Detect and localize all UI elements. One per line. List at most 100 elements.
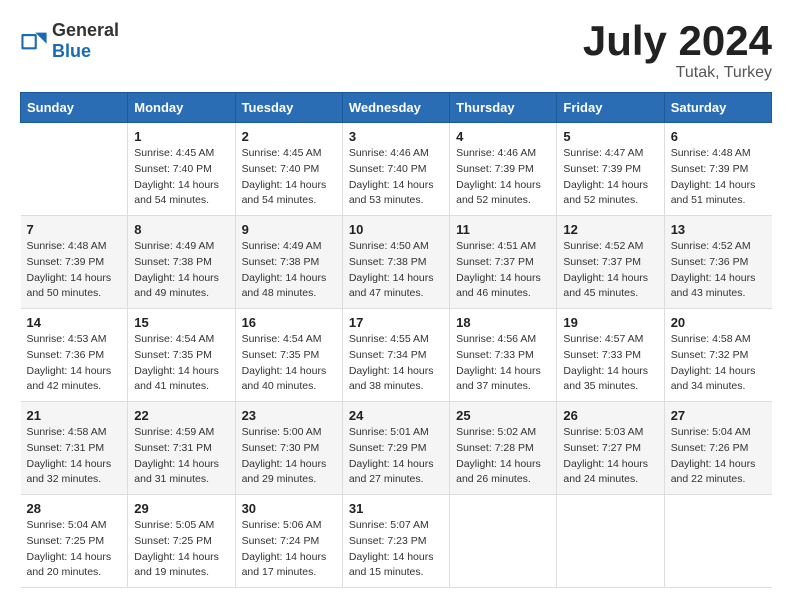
day-number: 10	[349, 222, 443, 237]
day-info: Sunrise: 4:54 AM Sunset: 7:35 PM Dayligh…	[242, 332, 336, 395]
table-row: 6 Sunrise: 4:48 AM Sunset: 7:39 PM Daylig…	[664, 123, 771, 216]
day-info: Sunrise: 4:49 AM Sunset: 7:38 PM Dayligh…	[134, 239, 228, 302]
day-info: Sunrise: 5:04 AM Sunset: 7:25 PM Dayligh…	[27, 518, 122, 581]
col-saturday: Saturday	[664, 93, 771, 123]
table-row: 3 Sunrise: 4:46 AM Sunset: 7:40 PM Daylig…	[342, 123, 449, 216]
table-row: 18 Sunrise: 4:56 AM Sunset: 7:33 PM Dayli…	[450, 309, 557, 402]
table-row: 10 Sunrise: 4:50 AM Sunset: 7:38 PM Dayli…	[342, 216, 449, 309]
day-info: Sunrise: 4:59 AM Sunset: 7:31 PM Dayligh…	[134, 425, 228, 488]
table-row	[21, 123, 128, 216]
calendar-row: 1 Sunrise: 4:45 AM Sunset: 7:40 PM Daylig…	[21, 123, 772, 216]
day-number: 11	[456, 222, 550, 237]
table-row: 17 Sunrise: 4:55 AM Sunset: 7:34 PM Dayli…	[342, 309, 449, 402]
table-row: 22 Sunrise: 4:59 AM Sunset: 7:31 PM Dayli…	[128, 402, 235, 495]
table-row: 23 Sunrise: 5:00 AM Sunset: 7:30 PM Dayli…	[235, 402, 342, 495]
table-row: 28 Sunrise: 5:04 AM Sunset: 7:25 PM Dayli…	[21, 495, 128, 588]
day-info: Sunrise: 4:51 AM Sunset: 7:37 PM Dayligh…	[456, 239, 550, 302]
day-info: Sunrise: 4:58 AM Sunset: 7:32 PM Dayligh…	[671, 332, 766, 395]
table-row: 4 Sunrise: 4:46 AM Sunset: 7:39 PM Daylig…	[450, 123, 557, 216]
calendar-row: 7 Sunrise: 4:48 AM Sunset: 7:39 PM Daylig…	[21, 216, 772, 309]
logo-blue: Blue	[52, 41, 91, 61]
day-info: Sunrise: 4:56 AM Sunset: 7:33 PM Dayligh…	[456, 332, 550, 395]
day-number: 22	[134, 408, 228, 423]
table-row: 5Sunrise: 4:47 AM Sunset: 7:39 PM Daylig…	[557, 123, 664, 216]
table-row: 9Sunrise: 4:49 AM Sunset: 7:38 PM Daylig…	[235, 216, 342, 309]
table-row: 27 Sunrise: 5:04 AM Sunset: 7:26 PM Dayli…	[664, 402, 771, 495]
day-number: 31	[349, 501, 443, 516]
day-info: Sunrise: 4:57 AM Sunset: 7:33 PM Dayligh…	[563, 332, 657, 395]
day-number: 7	[27, 222, 122, 237]
month-title: July 2024	[583, 20, 772, 62]
day-number: 24	[349, 408, 443, 423]
day-number: 20	[671, 315, 766, 330]
page-header: General Blue July 2024 Tutak, Turkey	[20, 20, 772, 82]
table-row	[664, 495, 771, 588]
day-number: 25	[456, 408, 550, 423]
day-number: 16	[242, 315, 336, 330]
calendar-table: Sunday Monday Tuesday Wednesday Thursday…	[20, 92, 772, 588]
logo-general: General	[52, 20, 119, 40]
day-number: 4	[456, 129, 550, 144]
day-number: 28	[27, 501, 122, 516]
day-info: Sunrise: 4:47 AM Sunset: 7:39 PM Dayligh…	[563, 146, 657, 209]
calendar-row: 14Sunrise: 4:53 AM Sunset: 7:36 PM Dayli…	[21, 309, 772, 402]
day-number: 3	[349, 129, 443, 144]
day-info: Sunrise: 4:48 AM Sunset: 7:39 PM Dayligh…	[27, 239, 122, 302]
col-thursday: Thursday	[450, 93, 557, 123]
day-number: 17	[349, 315, 443, 330]
day-number: 8	[134, 222, 228, 237]
col-wednesday: Wednesday	[342, 93, 449, 123]
day-info: Sunrise: 4:54 AM Sunset: 7:35 PM Dayligh…	[134, 332, 228, 395]
day-number: 30	[242, 501, 336, 516]
table-row: 29Sunrise: 5:05 AM Sunset: 7:25 PM Dayli…	[128, 495, 235, 588]
day-info: Sunrise: 4:48 AM Sunset: 7:39 PM Dayligh…	[671, 146, 766, 209]
day-number: 29	[134, 501, 228, 516]
table-row: 16 Sunrise: 4:54 AM Sunset: 7:35 PM Dayli…	[235, 309, 342, 402]
day-number: 21	[27, 408, 122, 423]
day-number: 13	[671, 222, 766, 237]
table-row: 7 Sunrise: 4:48 AM Sunset: 7:39 PM Daylig…	[21, 216, 128, 309]
col-monday: Monday	[128, 93, 235, 123]
day-number: 15	[134, 315, 228, 330]
table-row: 12 Sunrise: 4:52 AM Sunset: 7:37 PM Dayli…	[557, 216, 664, 309]
logo-text: General Blue	[52, 20, 119, 62]
col-friday: Friday	[557, 93, 664, 123]
day-info: Sunrise: 4:52 AM Sunset: 7:37 PM Dayligh…	[563, 239, 657, 302]
table-row: 25 Sunrise: 5:02 AM Sunset: 7:28 PM Dayli…	[450, 402, 557, 495]
table-row: 20 Sunrise: 4:58 AM Sunset: 7:32 PM Dayli…	[664, 309, 771, 402]
day-info: Sunrise: 4:53 AM Sunset: 7:36 PM Dayligh…	[27, 332, 122, 395]
col-tuesday: Tuesday	[235, 93, 342, 123]
day-info: Sunrise: 4:46 AM Sunset: 7:40 PM Dayligh…	[349, 146, 443, 209]
header-row: Sunday Monday Tuesday Wednesday Thursday…	[21, 93, 772, 123]
day-info: Sunrise: 4:50 AM Sunset: 7:38 PM Dayligh…	[349, 239, 443, 302]
table-row: 30 Sunrise: 5:06 AM Sunset: 7:24 PM Dayli…	[235, 495, 342, 588]
day-number: 6	[671, 129, 766, 144]
table-row: 26 Sunrise: 5:03 AM Sunset: 7:27 PM Dayli…	[557, 402, 664, 495]
day-info: Sunrise: 5:00 AM Sunset: 7:30 PM Dayligh…	[242, 425, 336, 488]
day-info: Sunrise: 5:04 AM Sunset: 7:26 PM Dayligh…	[671, 425, 766, 488]
table-row: 31Sunrise: 5:07 AM Sunset: 7:23 PM Dayli…	[342, 495, 449, 588]
day-number: 19	[563, 315, 657, 330]
day-number: 12	[563, 222, 657, 237]
table-row	[450, 495, 557, 588]
table-row: 21Sunrise: 4:58 AM Sunset: 7:31 PM Dayli…	[21, 402, 128, 495]
day-info: Sunrise: 4:45 AM Sunset: 7:40 PM Dayligh…	[134, 146, 228, 209]
table-row: 2Sunrise: 4:45 AM Sunset: 7:40 PM Daylig…	[235, 123, 342, 216]
day-number: 18	[456, 315, 550, 330]
table-row: 15 Sunrise: 4:54 AM Sunset: 7:35 PM Dayli…	[128, 309, 235, 402]
table-row	[557, 495, 664, 588]
title-block: July 2024 Tutak, Turkey	[583, 20, 772, 82]
day-info: Sunrise: 4:46 AM Sunset: 7:39 PM Dayligh…	[456, 146, 550, 209]
day-info: Sunrise: 4:45 AM Sunset: 7:40 PM Dayligh…	[242, 146, 336, 209]
day-info: Sunrise: 5:06 AM Sunset: 7:24 PM Dayligh…	[242, 518, 336, 581]
table-row: 8 Sunrise: 4:49 AM Sunset: 7:38 PM Daylig…	[128, 216, 235, 309]
day-number: 26	[563, 408, 657, 423]
logo-icon	[20, 27, 48, 55]
day-info: Sunrise: 5:03 AM Sunset: 7:27 PM Dayligh…	[563, 425, 657, 488]
day-number: 1	[134, 129, 228, 144]
location-subtitle: Tutak, Turkey	[583, 64, 772, 82]
day-number: 27	[671, 408, 766, 423]
day-number: 23	[242, 408, 336, 423]
day-info: Sunrise: 5:02 AM Sunset: 7:28 PM Dayligh…	[456, 425, 550, 488]
day-info: Sunrise: 4:55 AM Sunset: 7:34 PM Dayligh…	[349, 332, 443, 395]
